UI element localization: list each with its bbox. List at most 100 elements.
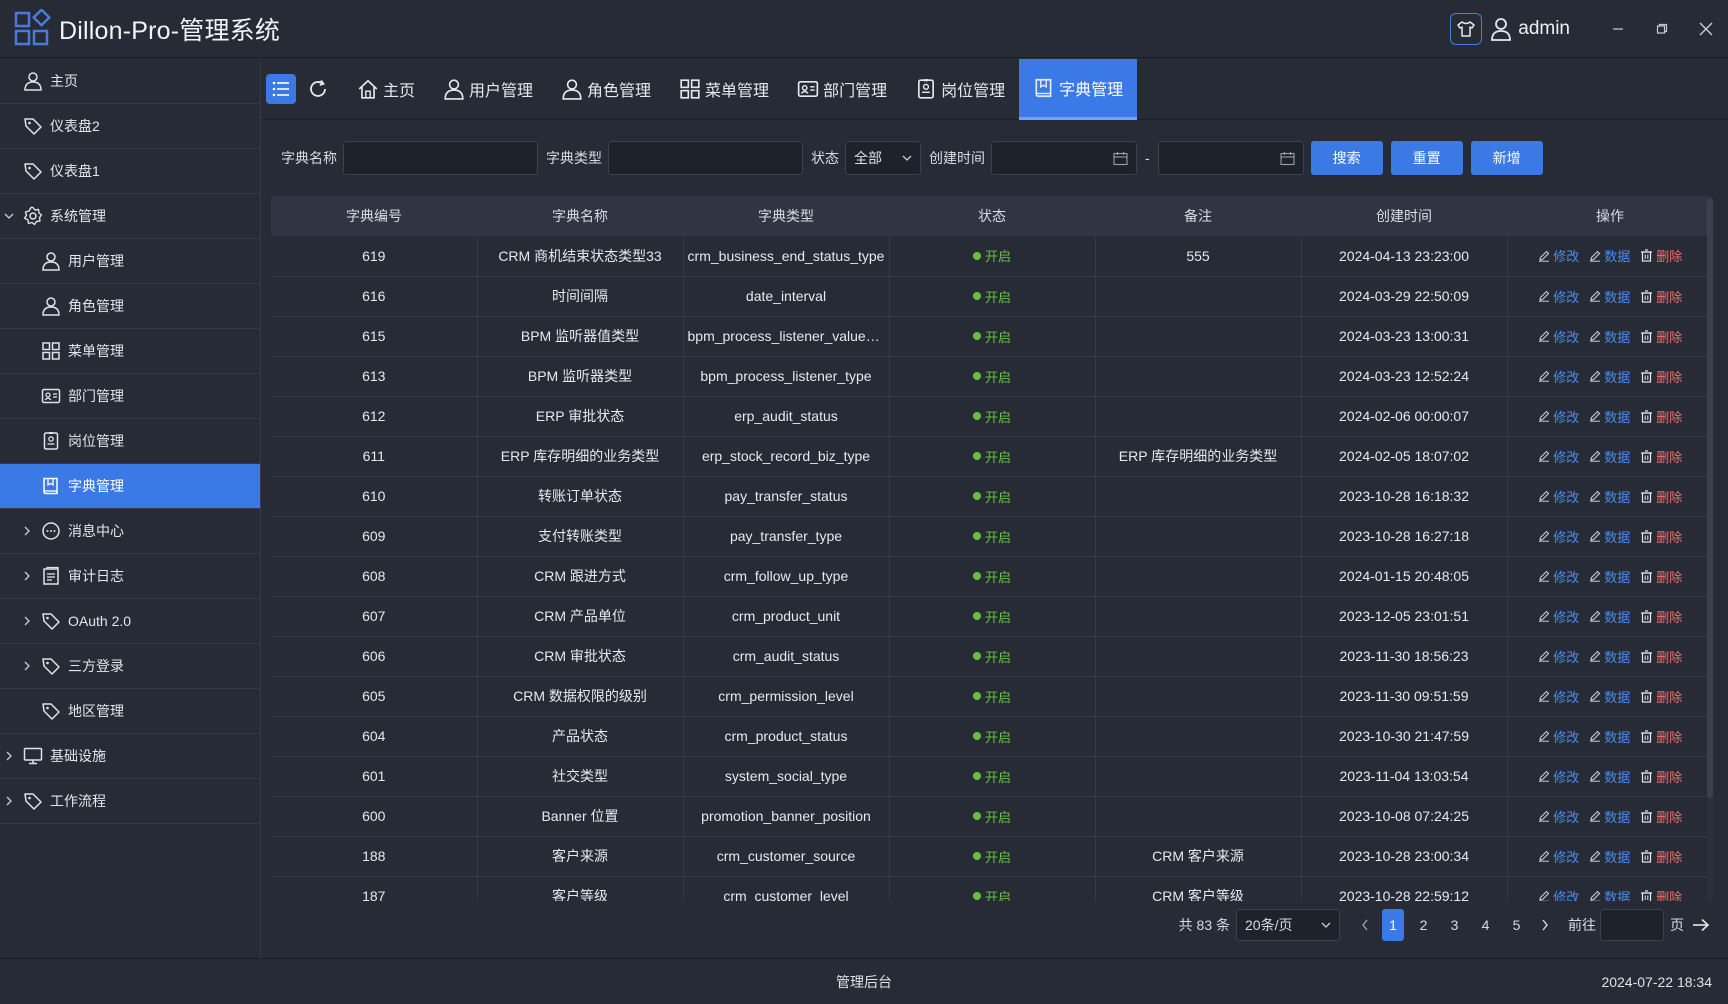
delete-button[interactable]: 删除 xyxy=(1640,647,1682,666)
prev-page-button[interactable] xyxy=(1352,919,1378,931)
edit-button[interactable]: 修改 xyxy=(1538,487,1579,506)
data-button[interactable]: 数据 xyxy=(1589,647,1630,666)
delete-button[interactable]: 删除 xyxy=(1640,607,1682,626)
goto-page-button[interactable] xyxy=(1692,918,1710,932)
page-5-button[interactable]: 5 xyxy=(1501,909,1532,941)
tab-0[interactable]: 主页 xyxy=(343,59,429,120)
user-menu[interactable]: admin xyxy=(1490,17,1570,41)
data-button[interactable]: 数据 xyxy=(1589,807,1630,826)
sidebar-item-0[interactable]: 主页 xyxy=(0,59,260,104)
data-button[interactable]: 数据 xyxy=(1589,287,1630,306)
edit-button[interactable]: 修改 xyxy=(1538,847,1579,866)
delete-button[interactable]: 删除 xyxy=(1640,246,1682,265)
sidebar-item-10[interactable]: 消息中心 xyxy=(0,509,260,554)
delete-button[interactable]: 删除 xyxy=(1640,527,1682,546)
sidebar-item-4[interactable]: 用户管理 xyxy=(0,239,260,284)
search-button[interactable]: 搜索 xyxy=(1310,141,1383,175)
end-date-input[interactable] xyxy=(1157,141,1304,175)
data-button[interactable]: 数据 xyxy=(1589,407,1630,426)
data-button[interactable]: 数据 xyxy=(1589,727,1630,746)
refresh-button[interactable] xyxy=(303,74,333,104)
reset-button[interactable]: 重置 xyxy=(1390,141,1463,175)
sidebar-item-12[interactable]: OAuth 2.0 xyxy=(0,599,260,644)
edit-button[interactable]: 修改 xyxy=(1538,687,1579,706)
status-select[interactable]: 全部 xyxy=(845,141,921,175)
delete-button[interactable]: 删除 xyxy=(1640,487,1682,506)
data-button[interactable]: 数据 xyxy=(1589,687,1630,706)
edit-button[interactable]: 修改 xyxy=(1538,367,1579,386)
data-button[interactable]: 数据 xyxy=(1589,847,1630,866)
sidebar-item-6[interactable]: 菜单管理 xyxy=(0,329,260,374)
delete-button[interactable]: 删除 xyxy=(1640,327,1682,346)
data-button[interactable]: 数据 xyxy=(1589,487,1630,506)
delete-button[interactable]: 删除 xyxy=(1640,367,1682,386)
edit-button[interactable]: 修改 xyxy=(1538,407,1579,426)
sidebar-item-3[interactable]: 系统管理 xyxy=(0,194,260,239)
page-3-button[interactable]: 3 xyxy=(1439,909,1470,941)
sidebar-toggle-button[interactable] xyxy=(266,74,296,104)
edit-button[interactable]: 修改 xyxy=(1538,287,1579,306)
restore-button[interactable] xyxy=(1640,0,1684,58)
dict-name-input[interactable] xyxy=(343,141,538,175)
dict-type-input[interactable] xyxy=(608,141,803,175)
delete-button[interactable]: 删除 xyxy=(1640,447,1682,466)
delete-button[interactable]: 删除 xyxy=(1640,767,1682,786)
delete-button[interactable]: 删除 xyxy=(1640,807,1682,826)
edit-button[interactable]: 修改 xyxy=(1538,527,1579,546)
edit-button[interactable]: 修改 xyxy=(1538,807,1579,826)
edit-button[interactable]: 修改 xyxy=(1538,887,1579,901)
data-button[interactable]: 数据 xyxy=(1589,246,1630,265)
next-page-button[interactable] xyxy=(1532,919,1558,931)
table-scrollbar[interactable] xyxy=(1707,196,1713,901)
edit-button[interactable]: 修改 xyxy=(1538,327,1579,346)
sidebar-item-13[interactable]: 三方登录 xyxy=(0,644,260,689)
sidebar-item-5[interactable]: 角色管理 xyxy=(0,284,260,329)
edit-button[interactable]: 修改 xyxy=(1538,727,1579,746)
page-2-button[interactable]: 2 xyxy=(1408,909,1439,941)
edit-button[interactable]: 修改 xyxy=(1538,567,1579,586)
add-button[interactable]: 新增 xyxy=(1470,141,1543,175)
theme-toggle-button[interactable] xyxy=(1450,13,1483,45)
data-button[interactable]: 数据 xyxy=(1589,567,1630,586)
sidebar-item-8[interactable]: 岗位管理 xyxy=(0,419,260,464)
sidebar-item-1[interactable]: 仪表盘2 xyxy=(0,104,260,149)
sidebar-item-14[interactable]: 地区管理 xyxy=(0,689,260,734)
edit-button[interactable]: 修改 xyxy=(1538,767,1579,786)
data-button[interactable]: 数据 xyxy=(1589,767,1630,786)
data-button[interactable]: 数据 xyxy=(1589,887,1630,901)
delete-button[interactable]: 删除 xyxy=(1640,567,1682,586)
tab-2[interactable]: 角色管理 xyxy=(547,59,665,120)
tab-3[interactable]: 菜单管理 xyxy=(665,59,783,120)
sidebar-item-2[interactable]: 仪表盘1 xyxy=(0,149,260,194)
page-4-button[interactable]: 4 xyxy=(1470,909,1501,941)
delete-button[interactable]: 删除 xyxy=(1640,727,1682,746)
sidebar-item-7[interactable]: 部门管理 xyxy=(0,374,260,419)
data-button[interactable]: 数据 xyxy=(1589,447,1630,466)
tab-6[interactable]: 字典管理 xyxy=(1019,58,1138,120)
sidebar-item-9[interactable]: 字典管理 xyxy=(0,464,260,509)
data-button[interactable]: 数据 xyxy=(1589,527,1630,546)
sidebar-item-15[interactable]: 基础设施 xyxy=(0,734,260,779)
scrollbar-thumb[interactable] xyxy=(1707,198,1713,798)
minimize-button[interactable] xyxy=(1596,0,1640,58)
tab-1[interactable]: 用户管理 xyxy=(429,59,547,120)
sidebar-item-16[interactable]: 工作流程 xyxy=(0,779,260,824)
edit-button[interactable]: 修改 xyxy=(1538,647,1579,666)
data-button[interactable]: 数据 xyxy=(1589,327,1630,346)
delete-button[interactable]: 删除 xyxy=(1640,687,1682,706)
tab-5[interactable]: 岗位管理 xyxy=(901,59,1019,120)
page-1-button[interactable]: 1 xyxy=(1382,909,1404,941)
sidebar-item-11[interactable]: 审计日志 xyxy=(0,554,260,599)
edit-button[interactable]: 修改 xyxy=(1538,607,1579,626)
goto-page-input[interactable] xyxy=(1600,909,1664,941)
edit-button[interactable]: 修改 xyxy=(1538,447,1579,466)
close-button[interactable] xyxy=(1684,0,1728,58)
page-size-select[interactable]: 20条/页 xyxy=(1236,909,1340,941)
delete-button[interactable]: 删除 xyxy=(1640,887,1682,901)
data-button[interactable]: 数据 xyxy=(1589,607,1630,626)
data-button[interactable]: 数据 xyxy=(1589,367,1630,386)
delete-button[interactable]: 删除 xyxy=(1640,407,1682,426)
delete-button[interactable]: 删除 xyxy=(1640,287,1682,306)
edit-button[interactable]: 修改 xyxy=(1538,246,1579,265)
tab-4[interactable]: 部门管理 xyxy=(783,59,901,120)
